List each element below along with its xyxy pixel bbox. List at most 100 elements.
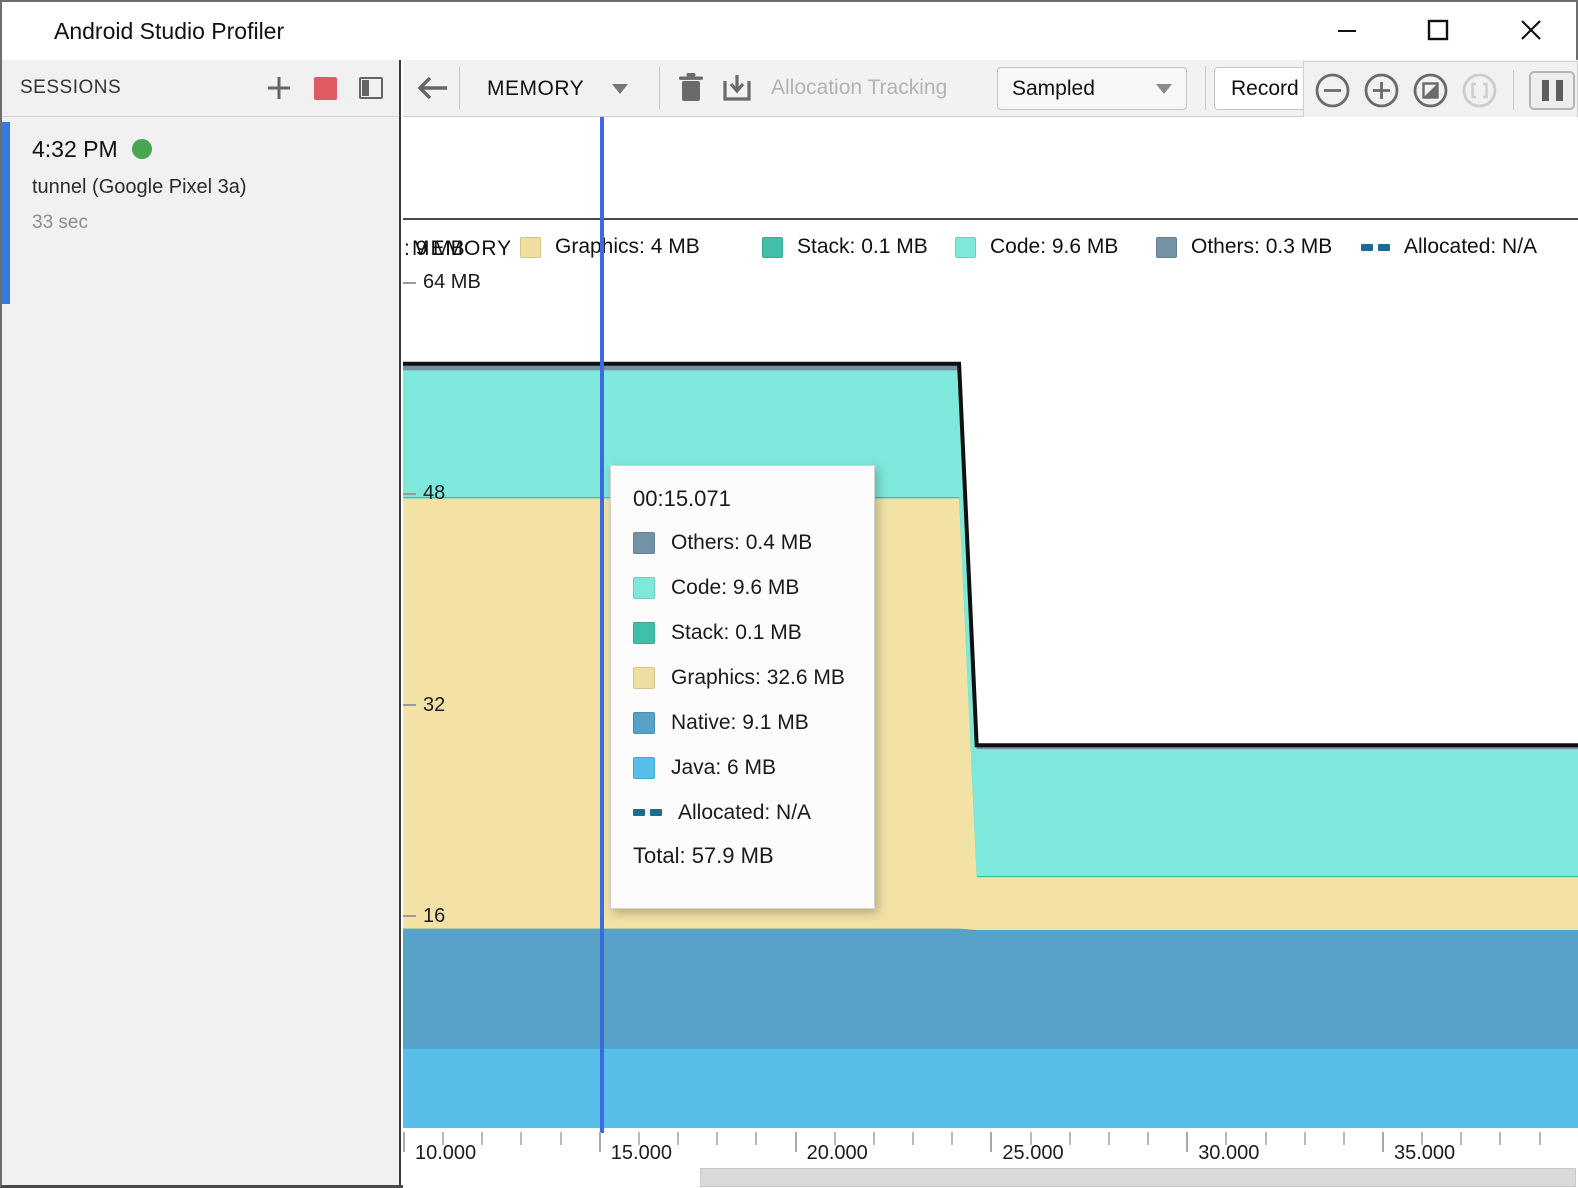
y-axis-tick: 64 MB [403,271,481,294]
legend-item-label: Others: 0.3 MB [1191,235,1332,259]
timeline-cursor-line[interactable] [600,117,604,1133]
sessions-header: SESSIONS [2,60,399,117]
legend-item: Allocated: N/A [1361,235,1537,259]
back-arrow-icon [416,75,450,101]
gc-trash-button[interactable] [671,68,711,108]
tooltip-row-label: Allocated: N/A [678,801,811,825]
selected-session-accent [2,122,10,304]
tooltip-row: Code: 9.6 MB [633,565,874,610]
allocated-dash-swatch [1361,244,1390,251]
stop-session-button[interactable] [306,69,344,107]
sampling-mode-select[interactable]: Sampled [997,67,1187,110]
trash-icon [678,73,704,103]
x-axis-tick [990,1132,992,1152]
legend-item-label: Stack: 0.1 MB [797,235,928,259]
frame-selection-icon [1461,72,1498,109]
pause-icon [1542,80,1549,101]
allocation-tracking-label: Allocation Tracking [771,60,947,116]
close-button[interactable] [1506,2,1556,58]
legend-item-label: Graphics: 4 MB [555,235,700,259]
capture-heap-dump-icon [722,73,752,103]
panel-layout-icon [359,77,383,99]
legend-color-swatch [633,577,655,599]
y-axis-tick: 16 [403,905,445,928]
legend-color-swatch [520,237,541,258]
x-axis-tick [1539,1132,1541,1145]
tooltip-row: Others: 0.4 MB [633,520,874,565]
x-axis-tick [677,1132,679,1145]
chevron-down-icon [1156,84,1172,94]
session-device: tunnel (Google Pixel 3a) [32,176,247,199]
chevron-down-icon [612,84,628,94]
app-window: Android Studio Profiler SESSIONS 4:3 [0,0,1578,1188]
plus-icon [265,74,293,102]
legend-item-label: Allocated: N/A [1404,235,1537,259]
legend-item: Graphics: 4 MB [520,235,700,259]
back-button[interactable] [413,68,453,108]
legend-item: Others: 0.3 MB [1156,235,1332,259]
legend-item: Code: 9.6 MB [955,235,1118,259]
x-axis-tick [1382,1132,1384,1152]
reset-zoom-icon [1412,72,1449,109]
collapse-panel-button[interactable] [352,69,390,107]
toolbar-divider [1205,66,1206,110]
legend-color-swatch [955,237,976,258]
zoom-in-icon [1363,72,1400,109]
zoom-out-button[interactable] [1314,72,1351,109]
maximize-button[interactable] [1413,2,1463,58]
record-button[interactable]: Record [1214,67,1310,110]
x-axis-tick [520,1132,522,1145]
profiler-type-dropdown[interactable]: MEMORY [487,60,628,117]
session-time: 4:32 PM [32,136,152,163]
chart-title: MEMORY [412,237,512,261]
profiler-main: MEMORY Allocation Tracking [403,60,1578,1185]
y-axis-label: 32 [423,694,445,717]
x-axis-tick [1069,1132,1071,1145]
legend-item: Stack: 0.1 MB [762,235,928,259]
tooltip-row: Stack: 0.1 MB [633,610,874,655]
tooltip-rows: Others: 0.4 MBCode: 9.6 MB Stack: 0.1 MB G… [633,520,874,835]
x-axis-label: 25.000 [1002,1142,1063,1165]
scrollbar-thumb[interactable] [700,1168,1576,1187]
zoom-controls-panel [1303,61,1578,119]
session-duration: 33 sec [32,212,88,234]
toolbar-divider [459,66,460,110]
tooltip-row-label: Stack: 0.1 MB [671,621,802,645]
legend-color-swatch [633,622,655,644]
tooltip-row: Graphics: 32.6 MB [633,655,874,700]
title-bar: Android Studio Profiler [2,2,1576,60]
x-axis-tick [912,1132,914,1145]
chart-tooltip: 00:15.071 Others: 0.4 MBCode: 9.6 MBStac… [610,465,875,909]
x-axis-tick [560,1132,562,1145]
sessions-title: SESSIONS [20,60,121,116]
profiler-type-label: MEMORY [487,77,584,101]
legend-color-swatch [633,532,655,554]
tooltip-row: Allocated: N/A [633,790,874,835]
x-axis-tick [481,1132,483,1145]
x-axis-tick [716,1132,718,1145]
x-axis-tick [1186,1132,1188,1152]
x-axis: 10.00015.00020.00025.00030.00035.000 [403,1130,1578,1170]
zoom-in-button[interactable] [1363,72,1400,109]
legend-color-swatch [762,237,783,258]
x-axis-tick [1265,1132,1267,1145]
legend-color-swatch [633,712,655,734]
zoom-to-selection-button[interactable] [1461,72,1498,109]
minimize-button[interactable] [1322,2,1372,58]
sessions-panel: SESSIONS 4:32 PM tunnel (Google Pixel 3a… [2,60,401,1185]
x-axis-tick [1499,1132,1501,1145]
heap-dump-button[interactable] [717,68,757,108]
legend-item-label: Code: 9.6 MB [990,235,1118,259]
y-axis-label: 48 [423,482,445,505]
x-axis-tick [755,1132,757,1145]
x-axis-tick [873,1132,875,1145]
pause-live-button[interactable] [1529,71,1575,110]
chart-legend-row: : 9 MB MEMORY Graphics: 4 MBStack: 0.1 M… [403,218,1578,282]
session-list-item[interactable]: 4:32 PM tunnel (Google Pixel 3a) 33 sec [2,118,399,308]
x-axis-tick [1147,1132,1149,1145]
timeline-scrollbar[interactable] [403,1168,1578,1188]
reset-zoom-button[interactable] [1412,72,1449,109]
y-axis-tick: 48 [403,482,445,505]
legend-color-swatch [633,757,655,779]
add-session-button[interactable] [260,69,298,107]
